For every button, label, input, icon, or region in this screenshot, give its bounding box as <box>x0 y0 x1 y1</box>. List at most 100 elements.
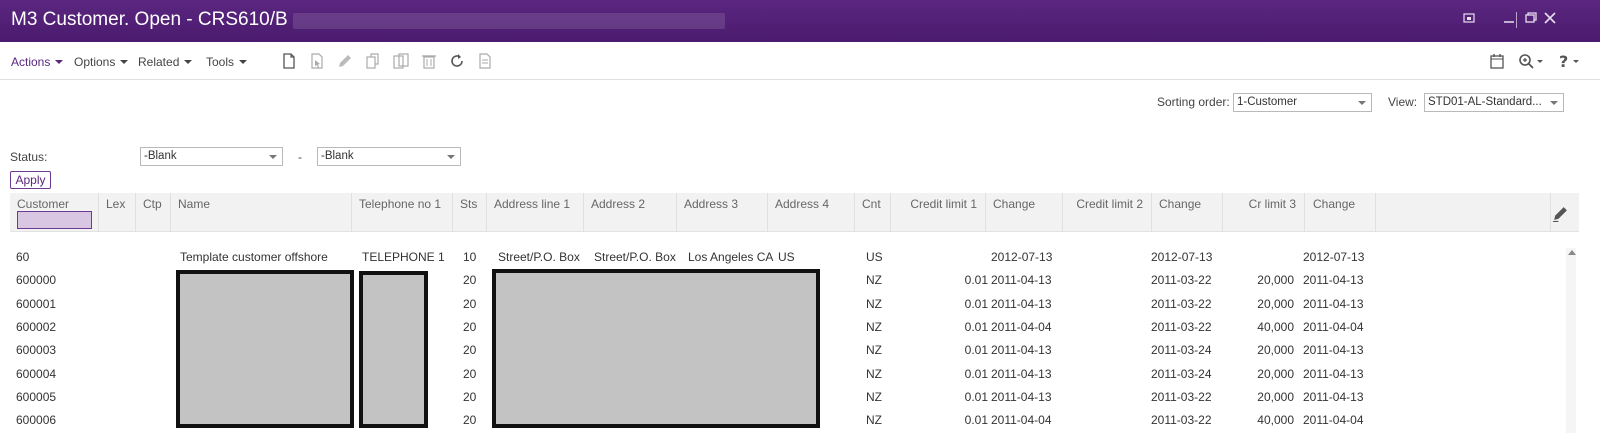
new-icon[interactable] <box>281 53 297 69</box>
display-icon[interactable] <box>477 53 493 69</box>
cell-customer: 600004 <box>16 367 57 381</box>
cell-sts: 20 <box>463 320 477 334</box>
help-icon[interactable]: ? <box>1558 52 1586 71</box>
col-header-credit-limit-2[interactable]: Credit limit 2 <box>1063 193 1152 232</box>
cell-change-3: 2011-04-13 <box>1303 390 1364 404</box>
minimize-icon[interactable] <box>1500 11 1518 29</box>
cell-address-4: US <box>778 250 795 264</box>
col-header-change-1[interactable]: Change <box>986 193 1063 232</box>
col-header-address-2[interactable]: Address 2 <box>584 193 677 232</box>
col-header-ctp[interactable]: Ctp <box>136 193 171 232</box>
sorting-order-select[interactable]: 1-Customer <box>1233 93 1372 112</box>
col-header-cnt[interactable]: Cnt <box>855 193 891 232</box>
cell-change-3: 2011-04-13 <box>1303 367 1364 381</box>
copy-alt-icon[interactable] <box>393 53 409 69</box>
scroll-up-icon[interactable] <box>1568 250 1576 255</box>
close-icon[interactable] <box>1541 11 1559 29</box>
grid-header: Customer Lex Ctp Name Telephone no 1 Sts… <box>10 193 1579 232</box>
restore-window-icon[interactable] <box>1460 11 1478 29</box>
refresh-icon[interactable] <box>449 53 465 69</box>
status-to-select[interactable]: -Blank <box>317 147 461 166</box>
cell-change-2: 2011-03-24 <box>1151 367 1212 381</box>
menu-options[interactable]: Options <box>74 55 129 69</box>
col-header-credit-limit-1[interactable]: Credit limit 1 <box>891 193 986 232</box>
chevron-down-icon <box>447 155 455 159</box>
redacted-phone-block <box>359 271 428 428</box>
cell-customer: 600002 <box>16 320 57 334</box>
cell-sts: 20 <box>463 297 477 311</box>
view-select[interactable]: STD01-AL-Standard... <box>1424 93 1564 112</box>
menu-actions[interactable]: Actions <box>11 55 64 69</box>
copy-icon[interactable] <box>365 53 381 69</box>
cell-address-3: Los Angeles CA <box>688 250 774 264</box>
cell-cr-limit-3: 40,000 <box>1257 320 1294 334</box>
delete-icon[interactable] <box>421 53 437 69</box>
cell-change-2: 2011-03-24 <box>1151 343 1212 357</box>
cell-change-3: 2011-04-04 <box>1303 413 1364 427</box>
cell-cnt: NZ <box>866 343 882 357</box>
customer-filter-input[interactable] <box>17 211 92 229</box>
apply-button[interactable]: Apply <box>10 171 51 189</box>
maximize-icon[interactable] <box>1522 11 1540 29</box>
col-header-filler <box>1376 193 1551 232</box>
cell-cnt: NZ <box>866 297 882 311</box>
menu-related[interactable]: Related <box>138 55 193 69</box>
open-icon[interactable] <box>309 53 325 69</box>
sorting-order-label: Sorting order: <box>1157 95 1230 109</box>
view-label: View: <box>1388 95 1418 109</box>
cell-cnt: NZ <box>866 273 882 287</box>
cell-customer: 600005 <box>16 390 57 404</box>
blurred-title-extra <box>293 13 725 29</box>
menu-tools[interactable]: Tools <box>206 55 248 69</box>
cell-credit-limit-1: 0.01 <box>964 367 988 381</box>
cell-change-1: 2011-04-04 <box>991 413 1052 427</box>
col-header-address-3[interactable]: Address 3 <box>677 193 768 232</box>
cell-change-1: 2011-04-13 <box>991 343 1052 357</box>
cell-change-1: 2011-04-13 <box>991 390 1052 404</box>
cell-sts: 20 <box>463 273 477 287</box>
pencil-icon[interactable] <box>1552 205 1569 222</box>
menu-options-label: Options <box>74 55 116 69</box>
cell-cnt: US <box>866 250 883 264</box>
col-header-sts[interactable]: Sts <box>453 193 487 232</box>
col-header-change-2[interactable]: Change <box>1152 193 1223 232</box>
calendar-icon[interactable] <box>1489 53 1505 69</box>
col-header-address-1[interactable]: Address line 1 <box>487 193 584 232</box>
cell-customer: 600000 <box>16 273 57 287</box>
cell-cr-limit-3: 40,000 <box>1257 413 1294 427</box>
cell-change-2: 2011-03-22 <box>1151 320 1212 334</box>
cell-change-2: 2012-07-13 <box>1151 250 1213 264</box>
table-row[interactable]: 60 Template customer offshore TELEPHONE 1 1… <box>10 246 1566 269</box>
col-header-name[interactable]: Name <box>171 193 352 232</box>
menu-bar: Actions Options Related Tools ? <box>0 42 1600 80</box>
cell-customer: 600001 <box>16 297 57 311</box>
cell-change-3: 2011-04-13 <box>1303 343 1364 357</box>
edit-icon[interactable] <box>337 53 353 69</box>
status-from-select[interactable]: -Blank <box>140 147 283 166</box>
chevron-down-icon <box>1358 101 1366 105</box>
zoom-icon[interactable] <box>1518 53 1546 69</box>
cell-change-1: 2011-04-13 <box>991 367 1052 381</box>
status-label: Status: <box>10 150 48 164</box>
cell-sts: 20 <box>463 413 477 427</box>
cell-cr-limit-3: 20,000 <box>1257 390 1294 404</box>
cell-sts: 20 <box>463 367 477 381</box>
menu-actions-label: Actions <box>11 55 51 69</box>
cell-change-3: 2012-07-13 <box>1303 250 1365 264</box>
cell-sts: 10 <box>463 250 477 264</box>
menu-related-label: Related <box>138 55 180 69</box>
vertical-scrollbar[interactable] <box>1566 248 1576 433</box>
col-header-cr-limit-3[interactable]: Cr limit 3 <box>1223 193 1305 232</box>
cell-customer: 600003 <box>16 343 57 357</box>
window-title: M3 Customer. Open - CRS610/B <box>11 9 288 30</box>
col-header-lex[interactable]: Lex <box>99 193 136 232</box>
cell-cr-limit-3: 20,000 <box>1257 343 1294 357</box>
col-header-telephone[interactable]: Telephone no 1 <box>352 193 453 232</box>
cell-change-1: 2011-04-13 <box>991 297 1052 311</box>
cell-sts: 20 <box>463 343 477 357</box>
col-header-address-4[interactable]: Address 4 <box>768 193 855 232</box>
col-header-change-3[interactable]: Change <box>1305 193 1376 232</box>
cell-credit-limit-1: 0.01 <box>964 343 988 357</box>
cell-cr-limit-3: 20,000 <box>1257 273 1294 287</box>
cell-change-2: 2011-03-22 <box>1151 297 1212 311</box>
